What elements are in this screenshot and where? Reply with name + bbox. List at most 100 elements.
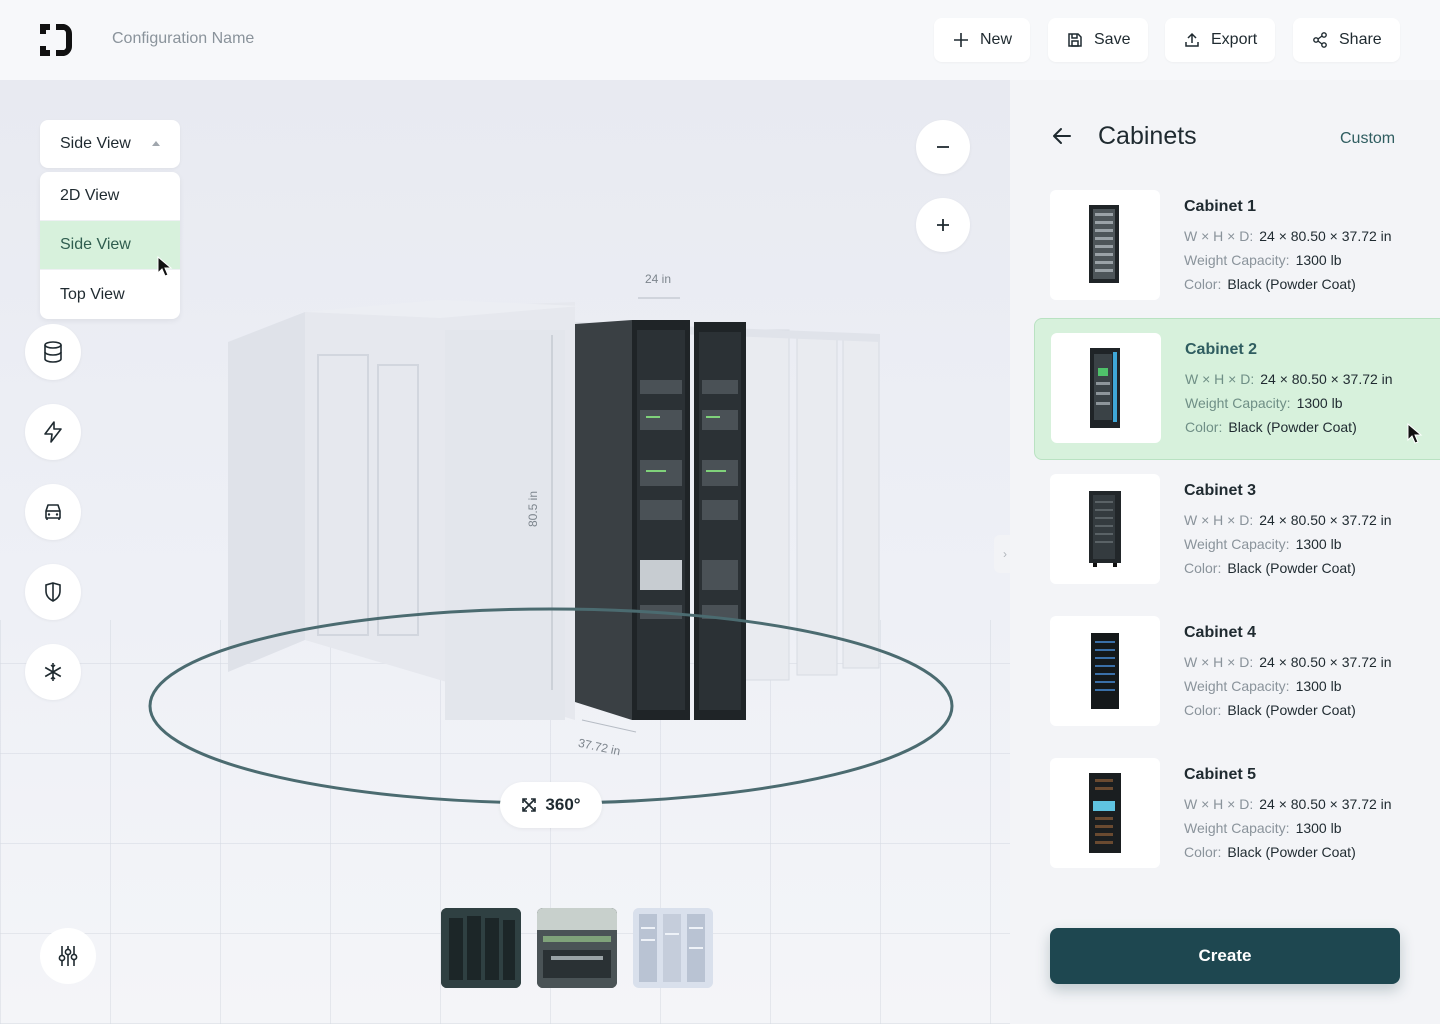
- rotate-360-label: 360°: [545, 795, 581, 814]
- cabinet-weight: Weight Capacity: 1300 lb: [1184, 252, 1342, 268]
- cabinet-weight: Weight Capacity: 1300 lb: [1184, 536, 1342, 552]
- vehicle-tool-button[interactable]: [25, 484, 81, 540]
- cabinet-image: [1089, 491, 1121, 567]
- cabinet-name: Cabinet 1: [1184, 198, 1257, 215]
- spec-label: Color:: [1184, 844, 1222, 860]
- view-mode-select[interactable]: Side View: [40, 120, 180, 168]
- spec-label: Color:: [1185, 419, 1223, 435]
- spec-label: W × H × D:: [1184, 228, 1254, 244]
- database-icon: [44, 341, 62, 363]
- mouse-cursor-icon: [157, 256, 173, 277]
- cabinet-card-3[interactable]: Cabinet 3 W × H × D: 24 × 80.50 × 37.72 i…: [1034, 460, 1440, 602]
- spec-label: W × H × D:: [1184, 796, 1254, 812]
- cabinet-color: Color: Black (Powder Coat): [1185, 419, 1357, 435]
- spec-value: Black (Powder Coat): [1227, 702, 1356, 718]
- share-button[interactable]: Share: [1293, 18, 1400, 62]
- spec-value: 24 × 80.50 × 37.72 in: [1259, 228, 1392, 244]
- spec-value: Black (Powder Coat): [1227, 560, 1356, 576]
- spec-label: W × H × D:: [1184, 654, 1254, 670]
- cabinet-card-5[interactable]: Cabinet 5 W × H × D: 24 × 80.50 × 37.72 i…: [1034, 744, 1440, 886]
- arrow-left-icon[interactable]: [1050, 124, 1074, 148]
- spec-value: 24 × 80.50 × 37.72 in: [1259, 796, 1392, 812]
- cabinet-thumbnail: [1050, 474, 1160, 584]
- cooling-tool-button[interactable]: [25, 644, 81, 700]
- cabinet-image: [1090, 348, 1120, 428]
- spec-label: W × H × D:: [1185, 371, 1255, 387]
- power-tool-button[interactable]: [25, 404, 81, 460]
- create-button[interactable]: Create: [1050, 928, 1400, 984]
- spec-value: 1300 lb: [1295, 678, 1342, 694]
- cabinet-card-2[interactable]: Cabinet 2 W × H × D: 24 × 80.50 × 37.72 i…: [1034, 318, 1440, 460]
- cabinet-weight: Weight Capacity: 1300 lb: [1185, 395, 1343, 411]
- cabinet-thumbnail: [1050, 190, 1160, 300]
- mouse-cursor-icon: [1407, 423, 1423, 444]
- zoom-out-button[interactable]: [916, 120, 970, 174]
- bolt-icon: [44, 421, 62, 443]
- spec-label: Weight Capacity:: [1184, 820, 1290, 836]
- collapse-panel-toggle[interactable]: ›: [994, 535, 1010, 573]
- spec-value: 1300 lb: [1295, 252, 1342, 268]
- top-bar: Configuration Name New Save Export Share: [0, 0, 1440, 80]
- spec-label: Weight Capacity:: [1185, 395, 1291, 411]
- height-dimension-label: 80.5 in: [526, 490, 541, 528]
- cabinet-weight: Weight Capacity: 1300 lb: [1184, 678, 1342, 694]
- share-button-label: Share: [1339, 31, 1382, 48]
- spec-value: Black (Powder Coat): [1227, 276, 1356, 292]
- spec-value: 1300 lb: [1295, 820, 1342, 836]
- spec-label: W × H × D:: [1184, 512, 1254, 528]
- save-button[interactable]: Save: [1048, 18, 1149, 62]
- gallery-thumbnail[interactable]: [537, 908, 617, 988]
- plus-icon: [937, 219, 949, 231]
- security-tool-button[interactable]: [25, 564, 81, 620]
- spec-label: Color:: [1184, 702, 1222, 718]
- cabinet-card-4[interactable]: Cabinet 4 W × H × D: 24 × 80.50 × 37.72 i…: [1034, 602, 1440, 744]
- spec-label: Weight Capacity:: [1184, 252, 1290, 268]
- cabinet-name: Cabinet 2: [1185, 341, 1258, 358]
- car-icon: [45, 504, 61, 520]
- panel-title: Cabinets: [1098, 122, 1197, 150]
- cabinet-color: Color: Black (Powder Coat): [1184, 702, 1356, 718]
- cabinet-dimensions: W × H × D: 24 × 80.50 × 37.72 in: [1184, 654, 1392, 670]
- expand-arrows-icon: [522, 798, 537, 812]
- custom-link[interactable]: Custom: [1340, 130, 1395, 148]
- cabinet-color: Color: Black (Powder Coat): [1184, 844, 1356, 860]
- share-icon: [1313, 32, 1327, 48]
- spec-value: Black (Powder Coat): [1227, 844, 1356, 860]
- export-button-label: Export: [1211, 31, 1258, 48]
- spec-value: 24 × 80.50 × 37.72 in: [1259, 512, 1392, 528]
- cabinet-dimensions: W × H × D: 24 × 80.50 × 37.72 in: [1184, 796, 1392, 812]
- caret-up-icon: [152, 141, 160, 146]
- app-logo[interactable]: [38, 22, 74, 58]
- storage-tool-button[interactable]: [25, 324, 81, 380]
- rotate-360-button[interactable]: 360°: [500, 782, 602, 828]
- settings-sliders-button[interactable]: [40, 928, 96, 984]
- spec-value: 1300 lb: [1295, 536, 1342, 552]
- spec-value: 24 × 80.50 × 37.72 in: [1259, 654, 1392, 670]
- cabinet-card-1[interactable]: Cabinet 1 W × H × D: 24 × 80.50 × 37.72 i…: [1034, 176, 1440, 318]
- upload-icon: [1185, 32, 1199, 47]
- cabinet-dimensions: W × H × D: 24 × 80.50 × 37.72 in: [1184, 512, 1392, 528]
- gallery-thumbnail[interactable]: [441, 908, 521, 988]
- zoom-in-button[interactable]: [916, 198, 970, 252]
- minus-icon: [937, 146, 949, 148]
- cabinet-name: Cabinet 4: [1184, 624, 1257, 641]
- export-button[interactable]: Export: [1165, 18, 1276, 62]
- chevron-right-icon: ›: [1003, 547, 1007, 561]
- cabinet-image: [1089, 205, 1119, 283]
- width-dimension-label: 24 in: [645, 272, 672, 286]
- cabinet-name: Cabinet 5: [1184, 766, 1257, 783]
- save-button-label: Save: [1094, 31, 1131, 48]
- new-button[interactable]: New: [934, 18, 1031, 62]
- gallery-thumbnail[interactable]: [633, 908, 713, 988]
- new-button-label: New: [980, 31, 1013, 48]
- 3d-viewport[interactable]: 24 in 80.5 in 37.72 in Side View 2D View…: [0, 80, 1010, 1024]
- configuration-name[interactable]: Configuration Name: [112, 30, 254, 48]
- spec-value: 24 × 80.50 × 37.72 in: [1260, 371, 1393, 387]
- spec-value: Black (Powder Coat): [1228, 419, 1357, 435]
- cabinet-thumbnail: [1051, 333, 1161, 443]
- cabinet-weight: Weight Capacity: 1300 lb: [1184, 820, 1342, 836]
- view-option-2d[interactable]: 2D View: [40, 172, 180, 221]
- spec-label: Weight Capacity:: [1184, 678, 1290, 694]
- view-mode-menu: 2D View Side View Top View: [40, 172, 180, 319]
- cabinet-color: Color: Black (Powder Coat): [1184, 276, 1356, 292]
